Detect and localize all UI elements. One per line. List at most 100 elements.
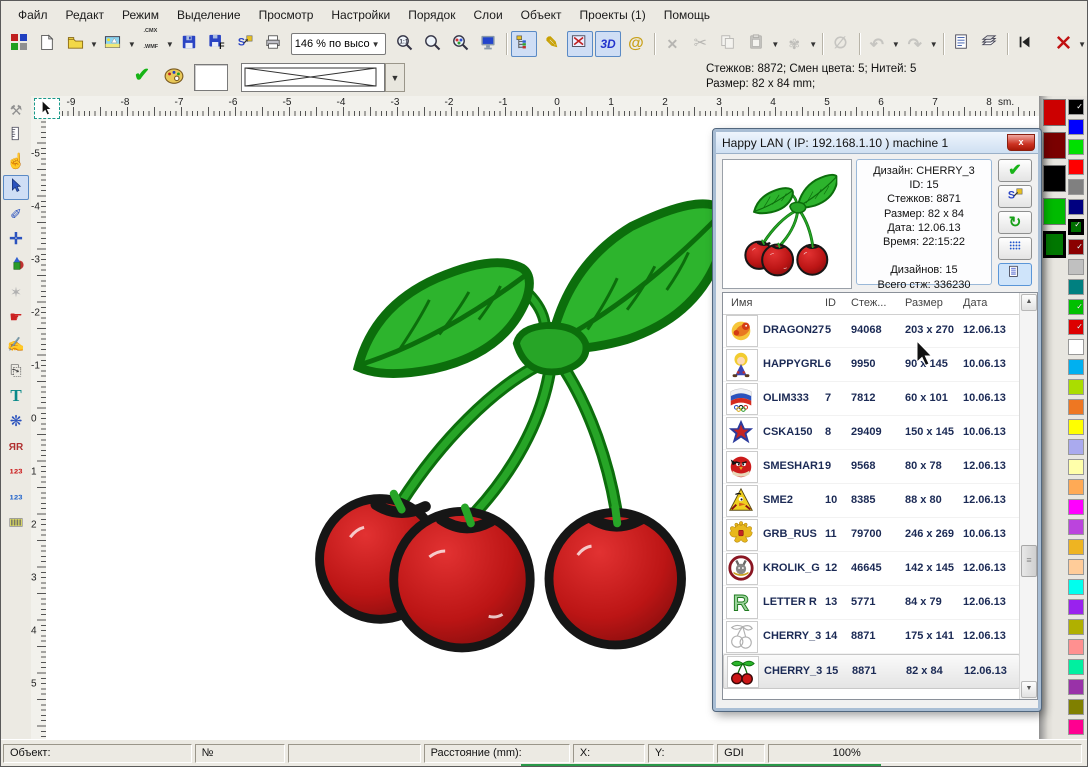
table-row-krolik-g-12[interactable]: KROLIK_G1246645142 x 14512.06.13 (723, 552, 1020, 586)
chevron-down-icon[interactable]: ▼ (892, 40, 900, 49)
close-icon[interactable]: x (1007, 134, 1035, 151)
palette-color-swatch[interactable] (1068, 559, 1084, 575)
notes-button[interactable] (948, 31, 974, 57)
table-row-letter-r-13[interactable]: RLETTER R13577184 x 7912.06.13 (723, 586, 1020, 620)
chevron-down-icon[interactable]: ▼ (371, 40, 381, 49)
palette-color-swatch[interactable] (1068, 419, 1084, 435)
chevron-down-icon[interactable]: ▼ (166, 40, 174, 49)
palette-color-swatch[interactable] (1068, 639, 1084, 655)
undo-button[interactable]: ↶ (864, 31, 890, 57)
layers-button[interactable] (976, 31, 1002, 57)
thread-color-swatch[interactable] (1043, 132, 1066, 159)
text-tool-tool[interactable]: T (3, 383, 29, 408)
palette-color-swatch[interactable]: ✓ (1068, 219, 1084, 235)
barcode-tool[interactable] (3, 513, 29, 538)
chevron-down-icon[interactable]: ▼ (930, 40, 938, 49)
delete-button[interactable]: ✕ (659, 31, 685, 57)
shapes-3d-tool[interactable] (3, 253, 29, 278)
import-image-button[interactable] (100, 31, 126, 57)
stitch-pen-button[interactable]: ✎ (539, 31, 565, 57)
menu-view[interactable]: Просмотр (250, 5, 323, 25)
machine-tools-tool[interactable]: ⚒ (3, 97, 29, 122)
zoom-level-combo[interactable]: 146 % по высо▼ (291, 33, 386, 55)
thread-color-swatch[interactable] (1043, 165, 1066, 192)
thread-selector[interactable] (241, 63, 385, 92)
snowflake-tool[interactable]: ❋ (3, 409, 29, 434)
save-button[interactable] (176, 31, 202, 57)
palette-color-swatch[interactable] (1068, 699, 1084, 715)
menu-order[interactable]: Порядок (399, 5, 464, 25)
menu-projects[interactable]: Проекты (1) (571, 5, 655, 25)
delete-design-button[interactable] (1050, 31, 1076, 57)
send-machine-button[interactable]: S (232, 31, 258, 57)
redo-button[interactable]: ↷ (902, 31, 928, 57)
select-arrow-tool[interactable] (3, 175, 29, 200)
scrollbar-thumb[interactable] (1021, 545, 1037, 577)
chevron-down-icon[interactable]: ▼ (90, 40, 98, 49)
palette-color-swatch[interactable] (1068, 199, 1084, 215)
import-vector-button[interactable]: .CMX .WMF .AI (138, 31, 164, 57)
thread-palette-icon[interactable] (163, 65, 185, 90)
column-header-1[interactable]: ID (825, 297, 836, 309)
scroll-up-icon[interactable]: ▲ (1021, 294, 1037, 311)
palette-color-swatch[interactable] (1068, 359, 1084, 375)
palette-color-swatch[interactable] (1068, 119, 1084, 135)
menu-object[interactable]: Объект (512, 5, 571, 25)
palette-color-swatch[interactable]: ✓ (1068, 239, 1084, 255)
column-header-3[interactable]: Размер (905, 297, 943, 309)
menu-settings[interactable]: Настройки (322, 5, 399, 25)
save-as-button[interactable]: F (204, 31, 230, 57)
thread-color-swatch[interactable] (1043, 231, 1066, 258)
palette-color-swatch[interactable] (1068, 279, 1084, 295)
palette-color-swatch[interactable] (1068, 179, 1084, 195)
zoom-actual-button[interactable]: 1:1 (391, 31, 417, 57)
first-frame-button[interactable] (1012, 31, 1038, 57)
palette-grid-button[interactable] (6, 31, 32, 57)
chevron-down-icon[interactable]: ▼ (128, 40, 136, 49)
thread-color-swatch[interactable] (1043, 198, 1066, 225)
palette-color-swatch[interactable] (1068, 159, 1084, 175)
confirm-check-button[interactable]: ✔ (998, 159, 1032, 182)
column-header-4[interactable]: Дата (963, 297, 987, 309)
zoom-colors-button[interactable] (447, 31, 473, 57)
palette-color-swatch[interactable] (1068, 519, 1084, 535)
open-folder-button[interactable] (62, 31, 88, 57)
thread-selector-dropdown[interactable]: ▼ (385, 63, 405, 92)
cut-button[interactable]: ✂ (687, 31, 713, 57)
table-row-olim333-7[interactable]: OLIM3337781260 x 10110.06.13 (723, 382, 1020, 416)
table-row-grb-rus-11[interactable]: GRB_RUS1179700246 x 26910.06.13 (723, 518, 1020, 552)
translit-tool[interactable]: ЯR (3, 435, 29, 460)
sequence-view-button[interactable] (511, 31, 537, 57)
palette-color-swatch[interactable]: ✓ (1068, 319, 1084, 335)
palette-color-swatch[interactable] (1068, 539, 1084, 555)
chevron-down-icon[interactable]: ▼ (1078, 40, 1086, 49)
no-entry-button[interactable]: ∅ (828, 31, 854, 57)
palette-color-swatch[interactable] (1068, 719, 1084, 735)
snail-mail-button[interactable]: @ (623, 31, 649, 57)
table-scrollbar[interactable]: ▲ ▼ (1019, 293, 1037, 699)
new-file-button[interactable] (34, 31, 60, 57)
move-tool[interactable]: ✛ (3, 227, 29, 252)
palette-color-swatch[interactable] (1068, 599, 1084, 615)
palette-color-swatch[interactable] (1068, 379, 1084, 395)
cherry-embroidery-design[interactable] (281, 151, 726, 691)
menu-file[interactable]: Файл (9, 5, 57, 25)
palette-color-swatch[interactable] (1068, 259, 1084, 275)
table-row-cherry-3-14[interactable]: CHERRY_3148871175 x 14112.06.13 (723, 620, 1020, 654)
column-header-2[interactable]: Стеж... (851, 297, 886, 309)
zoom-button[interactable] (419, 31, 445, 57)
palette-color-swatch[interactable] (1068, 459, 1084, 475)
palette-color-swatch[interactable] (1068, 499, 1084, 515)
print-button[interactable] (260, 31, 286, 57)
menu-help[interactable]: Помощь (655, 5, 719, 25)
scroll-down-icon[interactable]: ▼ (1021, 681, 1037, 698)
chevron-down-icon[interactable]: ▼ (771, 40, 779, 49)
palette-color-swatch[interactable] (1068, 439, 1084, 455)
copy-button[interactable] (715, 31, 741, 57)
palette-color-swatch[interactable] (1068, 339, 1084, 355)
view-3d-button[interactable]: 3D (595, 31, 621, 57)
menu-edit[interactable]: Редакт (57, 5, 113, 25)
dot-matrix-button[interactable] (998, 237, 1032, 260)
thread-color-swatch[interactable] (1043, 99, 1066, 126)
palette-color-swatch[interactable] (1068, 619, 1084, 635)
